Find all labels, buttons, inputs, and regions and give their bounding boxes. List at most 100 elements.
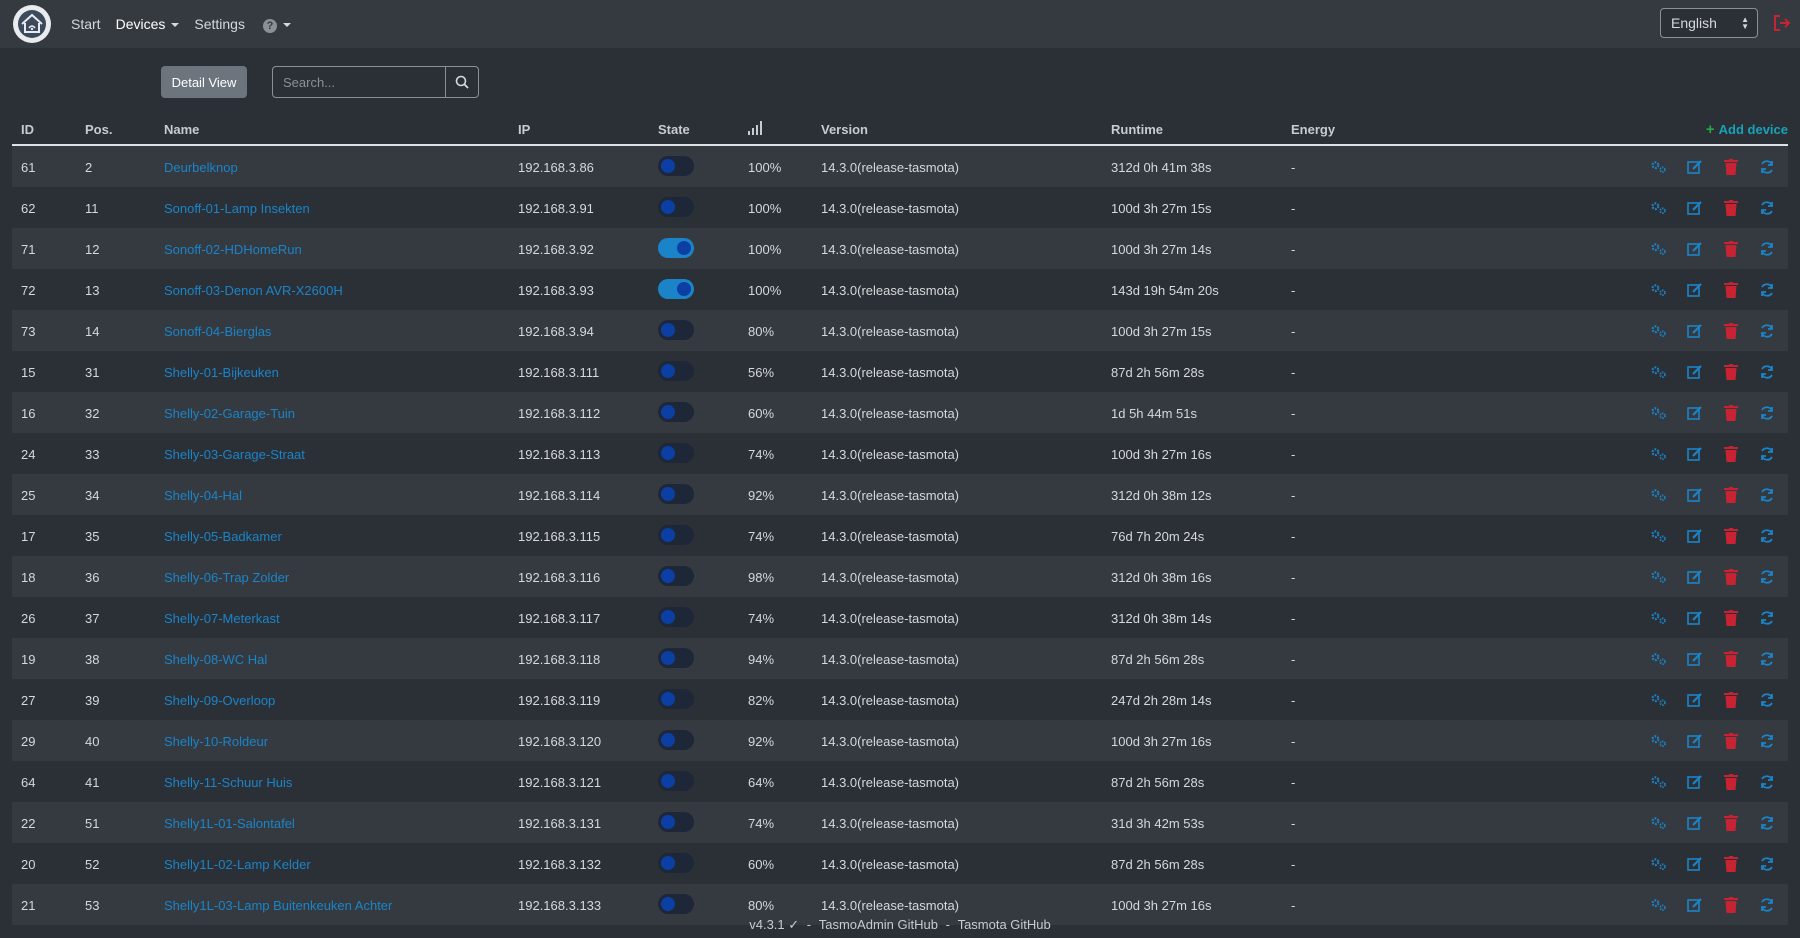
edit-icon[interactable] (1686, 486, 1704, 504)
edit-icon[interactable] (1686, 650, 1704, 668)
delete-trash-icon[interactable] (1722, 199, 1740, 217)
device-name-link[interactable]: Shelly-03-Garage-Straat (164, 447, 305, 462)
edit-icon[interactable] (1686, 363, 1704, 381)
edit-icon[interactable] (1686, 855, 1704, 873)
device-settings-gear-icon[interactable] (1650, 363, 1668, 381)
edit-icon[interactable] (1686, 281, 1704, 299)
refresh-icon[interactable] (1758, 568, 1776, 586)
state-toggle[interactable] (658, 648, 694, 668)
home-logo-icon[interactable] (13, 5, 51, 43)
edit-icon[interactable] (1686, 322, 1704, 340)
refresh-icon[interactable] (1758, 240, 1776, 258)
delete-trash-icon[interactable] (1722, 404, 1740, 422)
device-settings-gear-icon[interactable] (1650, 199, 1668, 217)
delete-trash-icon[interactable] (1722, 650, 1740, 668)
state-toggle[interactable] (658, 156, 694, 176)
logout-icon[interactable] (1772, 13, 1792, 33)
refresh-icon[interactable] (1758, 404, 1776, 422)
nav-settings[interactable]: Settings (194, 16, 245, 32)
state-toggle[interactable] (658, 279, 694, 299)
edit-icon[interactable] (1686, 199, 1704, 217)
edit-icon[interactable] (1686, 732, 1704, 750)
refresh-icon[interactable] (1758, 732, 1776, 750)
device-settings-gear-icon[interactable] (1650, 650, 1668, 668)
state-toggle[interactable] (658, 402, 694, 422)
delete-trash-icon[interactable] (1722, 814, 1740, 832)
device-settings-gear-icon[interactable] (1650, 691, 1668, 709)
device-settings-gear-icon[interactable] (1650, 527, 1668, 545)
col-state[interactable]: State (658, 122, 690, 137)
refresh-icon[interactable] (1758, 691, 1776, 709)
device-name-link[interactable]: Shelly-02-Garage-Tuin (164, 406, 295, 421)
edit-icon[interactable] (1686, 773, 1704, 791)
device-name-link[interactable]: Shelly-09-Overloop (164, 693, 275, 708)
search-button[interactable] (445, 66, 479, 98)
delete-trash-icon[interactable] (1722, 691, 1740, 709)
device-settings-gear-icon[interactable] (1650, 240, 1668, 258)
add-device-link[interactable]: + Add device (1706, 121, 1788, 138)
delete-trash-icon[interactable] (1722, 322, 1740, 340)
col-version[interactable]: Version (821, 122, 868, 137)
device-name-link[interactable]: Sonoff-02-HDHomeRun (164, 242, 302, 257)
delete-trash-icon[interactable] (1722, 732, 1740, 750)
refresh-icon[interactable] (1758, 363, 1776, 381)
edit-icon[interactable] (1686, 568, 1704, 586)
device-settings-gear-icon[interactable] (1650, 445, 1668, 463)
device-name-link[interactable]: Shelly-01-Bijkeuken (164, 365, 279, 380)
device-name-link[interactable]: Sonoff-04-Bierglas (164, 324, 271, 339)
device-settings-gear-icon[interactable] (1650, 814, 1668, 832)
state-toggle[interactable] (658, 484, 694, 504)
state-toggle[interactable] (658, 853, 694, 873)
device-settings-gear-icon[interactable] (1650, 732, 1668, 750)
device-name-link[interactable]: Shelly1L-02-Lamp Kelder (164, 857, 311, 872)
refresh-icon[interactable] (1758, 650, 1776, 668)
tasmota-github-link[interactable]: Tasmota GitHub (958, 917, 1051, 932)
state-toggle[interactable] (658, 566, 694, 586)
device-settings-gear-icon[interactable] (1650, 855, 1668, 873)
device-name-link[interactable]: Sonoff-03-Denon AVR-X2600H (164, 283, 343, 298)
device-settings-gear-icon[interactable] (1650, 158, 1668, 176)
device-settings-gear-icon[interactable] (1650, 896, 1668, 914)
edit-icon[interactable] (1686, 158, 1704, 176)
refresh-icon[interactable] (1758, 855, 1776, 873)
state-toggle[interactable] (658, 607, 694, 627)
device-name-link[interactable]: Shelly-08-WC Hal (164, 652, 267, 667)
device-name-link[interactable]: Deurbelknop (164, 160, 238, 175)
delete-trash-icon[interactable] (1722, 773, 1740, 791)
device-settings-gear-icon[interactable] (1650, 568, 1668, 586)
state-toggle[interactable] (658, 689, 694, 709)
delete-trash-icon[interactable] (1722, 158, 1740, 176)
detail-view-button[interactable]: Detail View (161, 66, 247, 98)
edit-icon[interactable] (1686, 814, 1704, 832)
nav-help[interactable]: ? (260, 16, 291, 33)
state-toggle[interactable] (658, 771, 694, 791)
edit-icon[interactable] (1686, 527, 1704, 545)
device-name-link[interactable]: Shelly1L-03-Lamp Buitenkeuken Achter (164, 898, 392, 913)
state-toggle[interactable] (658, 320, 694, 340)
device-name-link[interactable]: Shelly-06-Trap Zolder (164, 570, 289, 585)
col-id[interactable]: ID (21, 122, 34, 137)
delete-trash-icon[interactable] (1722, 240, 1740, 258)
device-settings-gear-icon[interactable] (1650, 609, 1668, 627)
refresh-icon[interactable] (1758, 199, 1776, 217)
col-pos[interactable]: Pos. (85, 122, 112, 137)
language-select[interactable]: English ▲ ▼ (1660, 8, 1758, 38)
refresh-icon[interactable] (1758, 609, 1776, 627)
state-toggle[interactable] (658, 361, 694, 381)
edit-icon[interactable] (1686, 691, 1704, 709)
refresh-icon[interactable] (1758, 527, 1776, 545)
state-toggle[interactable] (658, 443, 694, 463)
refresh-icon[interactable] (1758, 814, 1776, 832)
device-name-link[interactable]: Shelly-10-Roldeur (164, 734, 268, 749)
edit-icon[interactable] (1686, 404, 1704, 422)
state-toggle[interactable] (658, 894, 694, 914)
refresh-icon[interactable] (1758, 896, 1776, 914)
state-toggle[interactable] (658, 238, 694, 258)
state-toggle[interactable] (658, 525, 694, 545)
col-runtime[interactable]: Runtime (1111, 122, 1163, 137)
nav-devices[interactable]: Devices (116, 16, 180, 32)
col-energy[interactable]: Energy (1291, 122, 1335, 137)
state-toggle[interactable] (658, 812, 694, 832)
state-toggle[interactable] (658, 197, 694, 217)
delete-trash-icon[interactable] (1722, 445, 1740, 463)
